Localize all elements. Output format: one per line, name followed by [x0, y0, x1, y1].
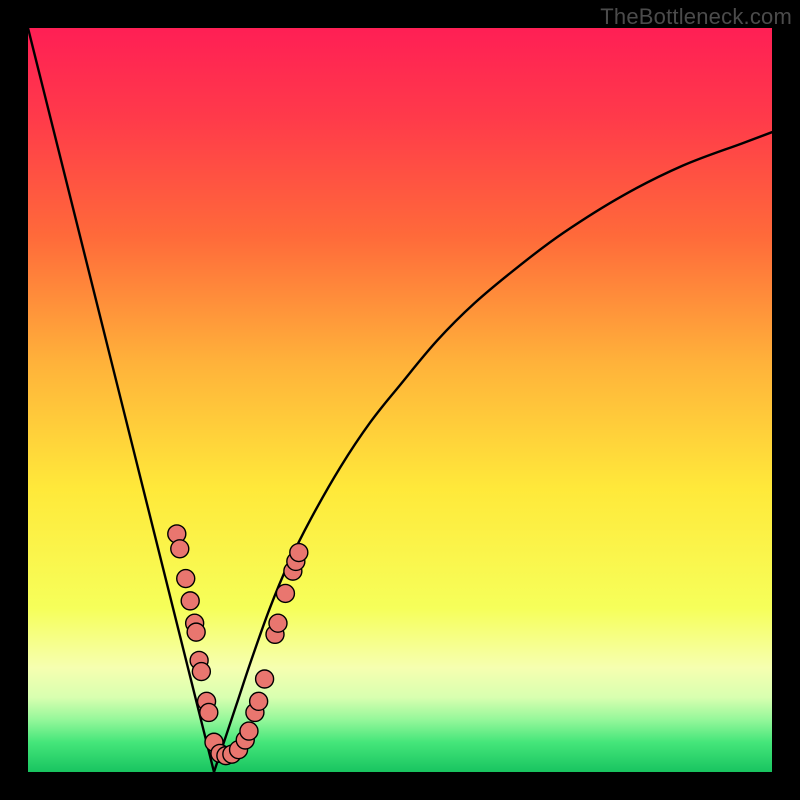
bead-marker [192, 663, 210, 681]
bead-marker [250, 692, 268, 710]
bead-marker [181, 592, 199, 610]
bead-marker [276, 584, 294, 602]
bead-marker [187, 623, 205, 641]
bead-markers [168, 525, 308, 765]
watermark-text: TheBottleneck.com [600, 4, 792, 30]
curve-left-branch [28, 28, 214, 772]
bead-marker [256, 670, 274, 688]
bead-marker [269, 614, 287, 632]
curve-right-branch [214, 132, 772, 772]
chart-frame: TheBottleneck.com [0, 0, 800, 800]
plot-area [28, 28, 772, 772]
bead-marker [240, 722, 258, 740]
bead-marker [171, 540, 189, 558]
bead-marker [177, 570, 195, 588]
bead-marker [200, 703, 218, 721]
bead-marker [290, 544, 308, 562]
curve-layer [28, 28, 772, 772]
